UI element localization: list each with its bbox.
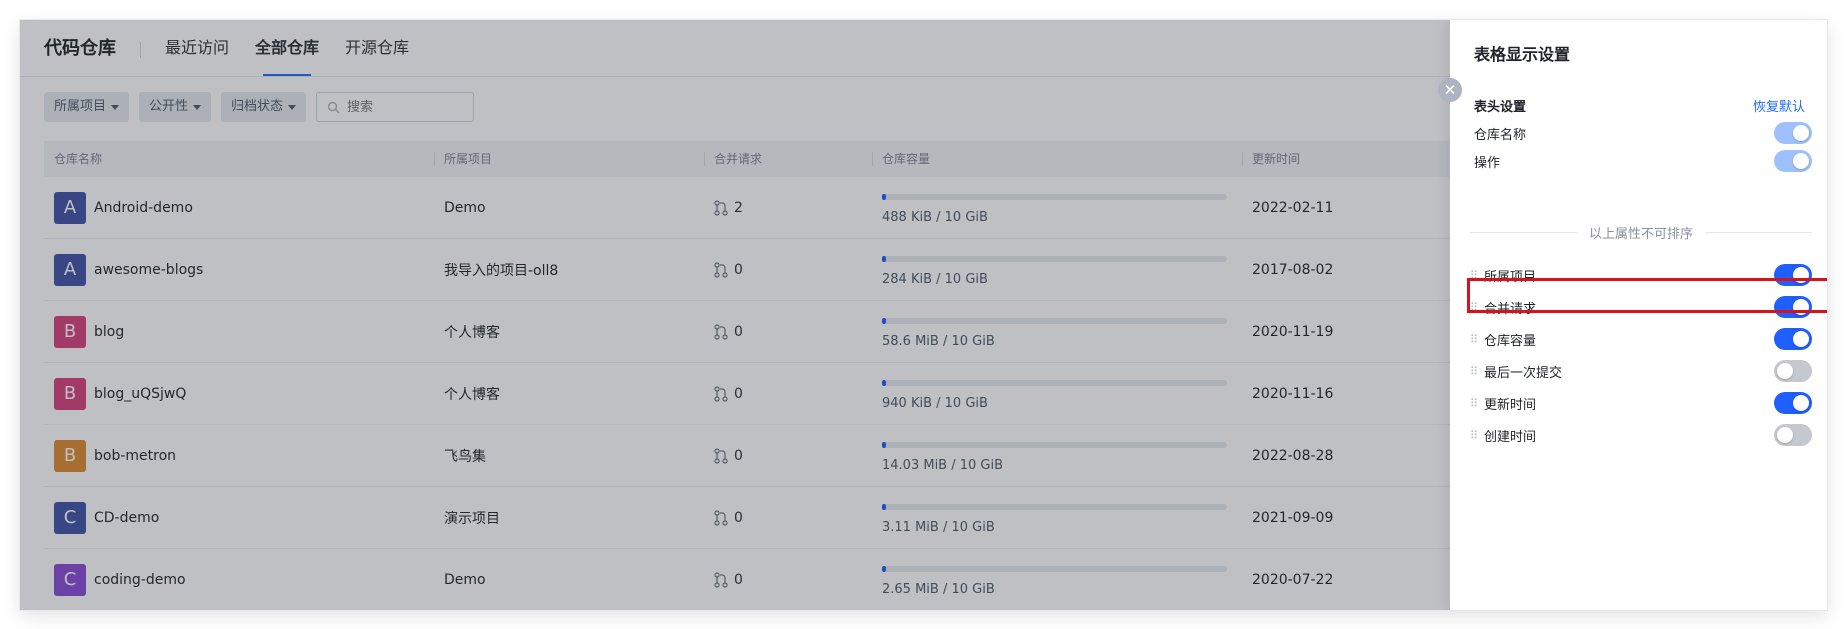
- fixed-column-item: 操作: [1474, 147, 1812, 175]
- column-toggle[interactable]: [1774, 360, 1812, 382]
- table-settings-drawer: 表格显示设置 表头设置 恢复默认 仓库名称 操作 以上属性不可排序 ⠿ 所属项目 ⠿ 合…: [1450, 20, 1827, 610]
- sortable-column-item[interactable]: ⠿ 最后一次提交: [1470, 357, 1812, 385]
- column-label: 仓库容量: [1484, 333, 1537, 349]
- column-toggle[interactable]: [1774, 328, 1812, 350]
- highlight-box: [1467, 278, 1827, 313]
- sortable-column-item[interactable]: ⠿ 仓库容量: [1470, 325, 1812, 353]
- drawer-title: 表格显示设置: [1474, 45, 1571, 64]
- sortable-column-item[interactable]: ⠿ 更新时间: [1470, 389, 1812, 417]
- modal-mask[interactable]: [20, 20, 1450, 610]
- divider-line: [1705, 231, 1813, 233]
- close-drawer-button[interactable]: ✕: [1438, 78, 1462, 102]
- column-label: 创建时间: [1484, 429, 1537, 445]
- column-toggle: [1774, 150, 1812, 172]
- repo-list-page: 代码仓库 最近访问 全部仓库 开源仓库 所属项目 公开性 归档状态 搜索 仓库名…: [20, 20, 1450, 610]
- column-label: 操作: [1474, 155, 1501, 171]
- column-toggle: [1774, 122, 1812, 144]
- column-label: 仓库名称: [1474, 127, 1527, 143]
- drag-handle-icon[interactable]: ⠿: [1470, 365, 1484, 378]
- sort-divider: 以上属性不可排序: [1470, 222, 1813, 242]
- divider-text: 以上属性不可排序: [1589, 226, 1694, 242]
- column-label: 更新时间: [1484, 397, 1537, 413]
- column-toggle[interactable]: [1774, 424, 1812, 446]
- close-icon: ✕: [1443, 81, 1457, 99]
- divider-line: [1470, 231, 1577, 233]
- reset-default-link[interactable]: 恢复默认: [1753, 96, 1805, 115]
- fixed-column-item: 仓库名称: [1474, 119, 1812, 147]
- sortable-column-item[interactable]: ⠿ 创建时间: [1470, 421, 1812, 449]
- drag-handle-icon[interactable]: ⠿: [1470, 333, 1484, 346]
- app-window: 代码仓库 最近访问 全部仓库 开源仓库 所属项目 公开性 归档状态 搜索 仓库名…: [20, 20, 1827, 610]
- drag-handle-icon[interactable]: ⠿: [1470, 429, 1484, 442]
- column-toggle[interactable]: [1774, 392, 1812, 414]
- header-settings-label: 表头设置: [1474, 100, 1527, 115]
- drag-handle-icon[interactable]: ⠿: [1470, 397, 1484, 410]
- column-label: 最后一次提交: [1484, 365, 1563, 381]
